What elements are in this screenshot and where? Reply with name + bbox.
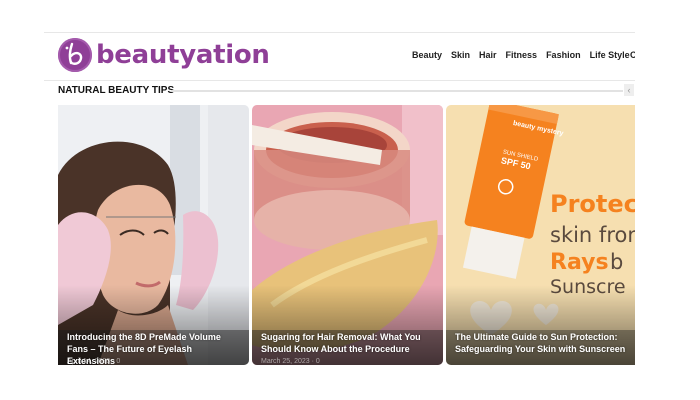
nav-item-lifestyle[interactable]: Life Style [590, 50, 630, 60]
article-carousel: Introducing the 8D PreMade Volume Fans –… [58, 105, 635, 365]
article-card-1[interactable]: Introducing the 8D PreMade Volume Fans –… [58, 105, 249, 365]
article-title[interactable]: The Ultimate Guide to Sun Protection: Sa… [455, 331, 627, 355]
image-headline-1: Protec [550, 190, 635, 218]
nav-item-fitness[interactable]: Fitness [506, 50, 538, 60]
nav-item-hair[interactable]: Hair [479, 50, 497, 60]
image-headline-3b: b [610, 250, 623, 274]
nav-item-fashion[interactable]: Fashion [546, 50, 581, 60]
nav-item-beauty[interactable]: Beauty [412, 50, 442, 60]
header-divider [44, 80, 635, 81]
nav-item-truncated[interactable]: C [630, 50, 635, 60]
article-title[interactable]: Sugaring for Hair Removal: What You Shou… [261, 331, 435, 355]
image-headline-2: skin fron [550, 223, 635, 247]
site-logo[interactable]: beautyation [58, 37, 270, 73]
article-card-2[interactable]: Sugaring for Hair Removal: What You Shou… [252, 105, 443, 365]
article-meta: March 25, 2023 · 0 [261, 358, 320, 365]
main-nav: Beauty Skin Hair Fitness Fashion Life St… [412, 50, 630, 60]
article-meta: April 14, 2023 · 0 [67, 358, 121, 365]
top-divider [44, 32, 635, 33]
brand-name: beautyation [96, 40, 270, 70]
chevron-left-icon[interactable]: ‹ [624, 84, 634, 96]
section-rule [171, 90, 623, 92]
nav-item-skin[interactable]: Skin [451, 50, 470, 60]
article-card-3[interactable]: beauty mystery SUN SHIELD SPF 50 Protec … [446, 105, 635, 365]
image-headline-3a: Rays [550, 250, 609, 275]
section-title: NATURAL BEAUTY TIPS [58, 85, 181, 96]
logo-b-icon [58, 38, 92, 72]
